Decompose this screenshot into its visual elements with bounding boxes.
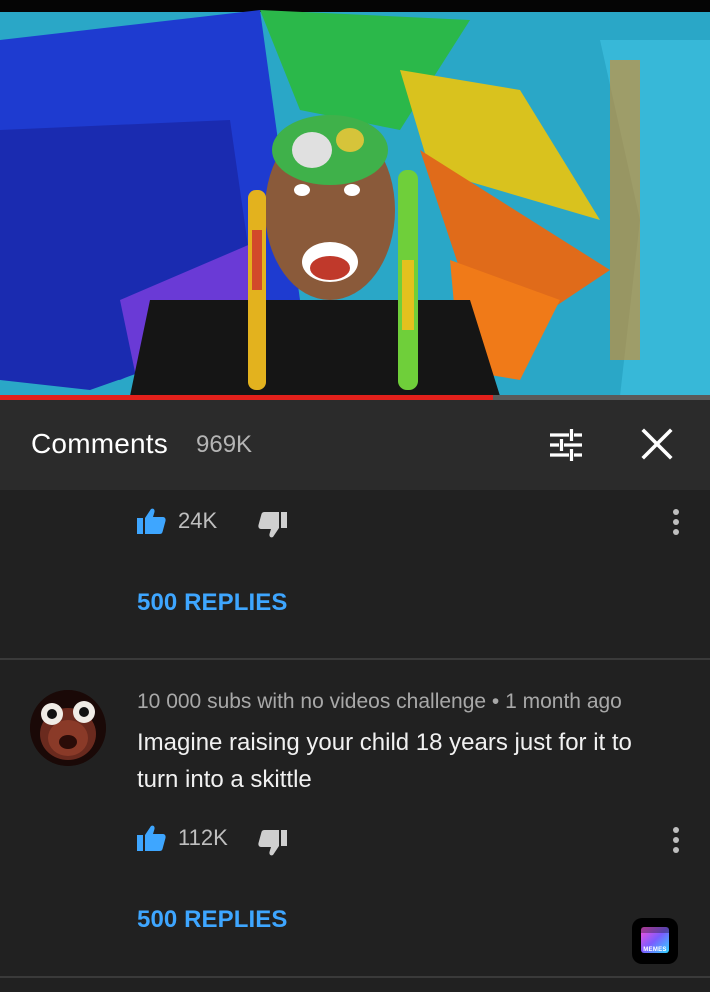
comment-divider bbox=[0, 658, 710, 660]
sort-filter-icon[interactable] bbox=[548, 427, 584, 463]
memes-logo-label: MEMES bbox=[643, 947, 667, 953]
comment-divider bbox=[0, 976, 710, 978]
comment-actions: 112K bbox=[136, 823, 228, 853]
thumbs-down-icon[interactable] bbox=[258, 510, 288, 540]
view-replies-button[interactable]: 500 REPLIES bbox=[137, 906, 288, 934]
close-icon[interactable] bbox=[640, 427, 674, 461]
comment-actions: 24K bbox=[136, 506, 217, 536]
more-options-icon[interactable] bbox=[672, 508, 680, 536]
avatar[interactable] bbox=[30, 690, 106, 766]
video-player[interactable] bbox=[0, 0, 710, 396]
avatar-image bbox=[30, 690, 106, 766]
like-count: 112K bbox=[178, 825, 228, 850]
comments-count: 969K bbox=[196, 431, 253, 458]
video-frame-image bbox=[0, 0, 710, 396]
more-options-icon[interactable] bbox=[672, 826, 680, 854]
comment-meta: 10 000 subs with no videos challenge • 1… bbox=[137, 690, 622, 714]
comment-author[interactable]: 10 000 subs with no videos challenge bbox=[137, 690, 486, 713]
like-count: 24K bbox=[178, 508, 218, 533]
thumbs-up-icon[interactable] bbox=[136, 823, 166, 853]
thumbs-up-icon[interactable] bbox=[136, 506, 166, 536]
thumbs-down-icon[interactable] bbox=[258, 828, 288, 858]
comments-title: Comments bbox=[31, 428, 168, 459]
memes-logo-icon bbox=[641, 927, 669, 953]
meta-separator: • bbox=[491, 690, 506, 713]
memes-logo: MEMES bbox=[632, 918, 678, 964]
comment-timestamp: 1 month ago bbox=[505, 690, 622, 713]
comment-text: Imagine raising your child 18 years just… bbox=[137, 729, 632, 793]
view-replies-button[interactable]: 500 REPLIES bbox=[137, 589, 288, 617]
comments-header: Comments 969K bbox=[0, 400, 710, 490]
